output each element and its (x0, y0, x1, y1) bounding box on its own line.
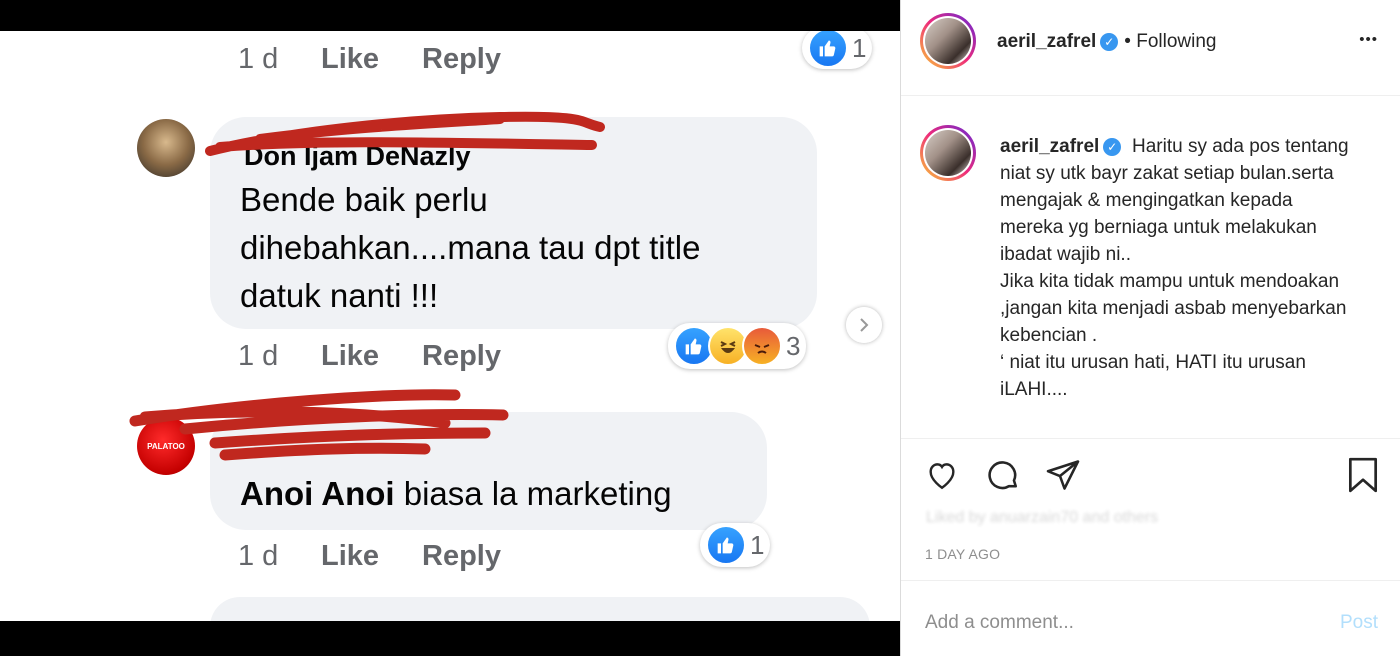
header-username[interactable]: aeril_zafrel (997, 31, 1096, 53)
fb-time: 1 d (238, 540, 279, 572)
avatar[interactable] (920, 13, 976, 69)
fb-reaction-count: 1 (852, 32, 867, 63)
fb-comment-line: Bende baik perlu (240, 181, 488, 218)
fb-reply-link: Reply (422, 43, 501, 75)
fb-time: 1 d (238, 340, 279, 372)
comment-icon[interactable] (983, 455, 1023, 495)
fb-comment-line: datuk nanti !!! (240, 277, 439, 314)
fb-angry-reaction-icon (742, 326, 782, 366)
fb-like-reaction-icon (706, 525, 746, 565)
post-sidebar: aeril_zafrel ✓ • Following ••• aeril_zaf… (900, 0, 1400, 656)
verified-badge-icon: ✓ (1100, 33, 1119, 51)
more-options-icon[interactable]: ••• (1359, 31, 1378, 48)
fb-reaction-pill: 1 (700, 523, 771, 567)
caption-text: Haritu sy ada pos tentang niat sy utk ba… (1000, 136, 1349, 400)
fb-commenter-name: Anoi Anoi (240, 475, 395, 512)
comment-input[interactable]: Add a comment... (925, 612, 1074, 634)
fb-like-link: Like (321, 43, 380, 75)
actions-bar: Liked by anuarzain70 and others 1 DAY AG… (901, 438, 1400, 581)
header-user: aeril_zafrel ✓ • Following (997, 31, 1217, 53)
fb-commenter-avatar (137, 119, 195, 177)
caption-avatar[interactable] (920, 125, 976, 181)
chevron-right-icon (860, 318, 869, 332)
fb-reaction-count: 3 (786, 330, 801, 361)
share-icon[interactable] (1043, 455, 1083, 495)
bookmark-icon[interactable] (1343, 455, 1383, 495)
like-icon[interactable] (922, 455, 962, 495)
fb-time: 1 d (238, 43, 279, 75)
next-arrow-button[interactable] (846, 307, 882, 343)
fb-like-link: Like (321, 540, 380, 572)
fb-next-comment-bubble (210, 597, 870, 621)
screenshot-image: 1 d Like Reply 1 Don Ijam DeNazly Bende … (0, 31, 900, 621)
fb-commenter-avatar: PALATOO (137, 417, 195, 475)
fb-comment-body: biasa la marketing (403, 475, 672, 512)
fb-comment-bubble: Don Ijam DeNazly Bende baik perlu diheba… (210, 117, 817, 329)
comment-bar: Add a comment... Post (901, 580, 1400, 657)
liked-by-text[interactable]: Liked by anuarzain70 and others (926, 509, 1158, 527)
post-header: aeril_zafrel ✓ • Following ••• (901, 0, 1400, 96)
follow-status[interactable]: • Following (1124, 31, 1216, 53)
fb-comment-text: Anoi Anoi biasa la marketing (240, 475, 672, 513)
fb-comment-bubble: Anoi Anoi biasa la marketing (210, 412, 767, 530)
fb-comment-line: dihebahkan....mana tau dpt title (240, 229, 701, 266)
post-media[interactable]: 1 d Like Reply 1 Don Ijam DeNazly Bende … (0, 0, 900, 656)
fb-commenter-name: Don Ijam DeNazly (244, 141, 471, 171)
avatar-logo-text: PALATOO (147, 441, 185, 451)
fb-reply-link: Reply (422, 540, 501, 572)
fb-like-link: Like (321, 340, 380, 372)
post-date[interactable]: 1 DAY AGO (925, 546, 1000, 562)
fb-reaction-pill: 3 (668, 323, 807, 369)
fb-reply-link: Reply (422, 340, 501, 372)
fb-like-reaction-icon (808, 31, 848, 68)
post-button[interactable]: Post (1340, 612, 1378, 634)
fb-reaction-count: 1 (750, 529, 765, 560)
fb-reaction-pill: 1 (802, 31, 873, 69)
